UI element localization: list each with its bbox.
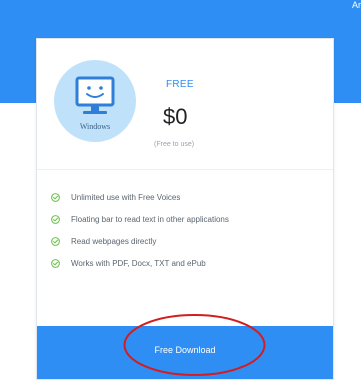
check-circle-icon (51, 192, 60, 202)
free-download-button[interactable]: Free Download (37, 326, 333, 379)
os-badge: Windows (54, 60, 136, 142)
check-circle-icon (51, 214, 60, 224)
feature-item: Unlimited use with Free Voices (51, 186, 229, 208)
feature-text: Works with PDF, Docx, TXT and ePub (71, 258, 206, 268)
corner-text: Ar (352, 0, 361, 10)
feature-item: Read webpages directly (51, 230, 229, 252)
check-circle-icon (51, 236, 60, 246)
free-download-label: Free Download (154, 345, 216, 355)
feature-list: Unlimited use with Free Voices Floating … (51, 186, 229, 274)
plan-note: (Free to use) (154, 141, 195, 148)
feature-text: Unlimited use with Free Voices (71, 192, 181, 202)
feature-item: Floating bar to read text in other appli… (51, 208, 229, 230)
plan-name: FREE (166, 79, 194, 90)
pricing-card: Windows FREE $0 (Free to use) Unlimited … (36, 38, 334, 380)
feature-item: Works with PDF, Docx, TXT and ePub (51, 252, 229, 274)
plan-price: $0 (163, 104, 188, 129)
check-circle-icon (51, 258, 60, 268)
feature-text: Read webpages directly (71, 236, 157, 246)
os-label: Windows (79, 122, 111, 131)
feature-text: Floating bar to read text in other appli… (71, 214, 229, 224)
divider (37, 169, 333, 170)
